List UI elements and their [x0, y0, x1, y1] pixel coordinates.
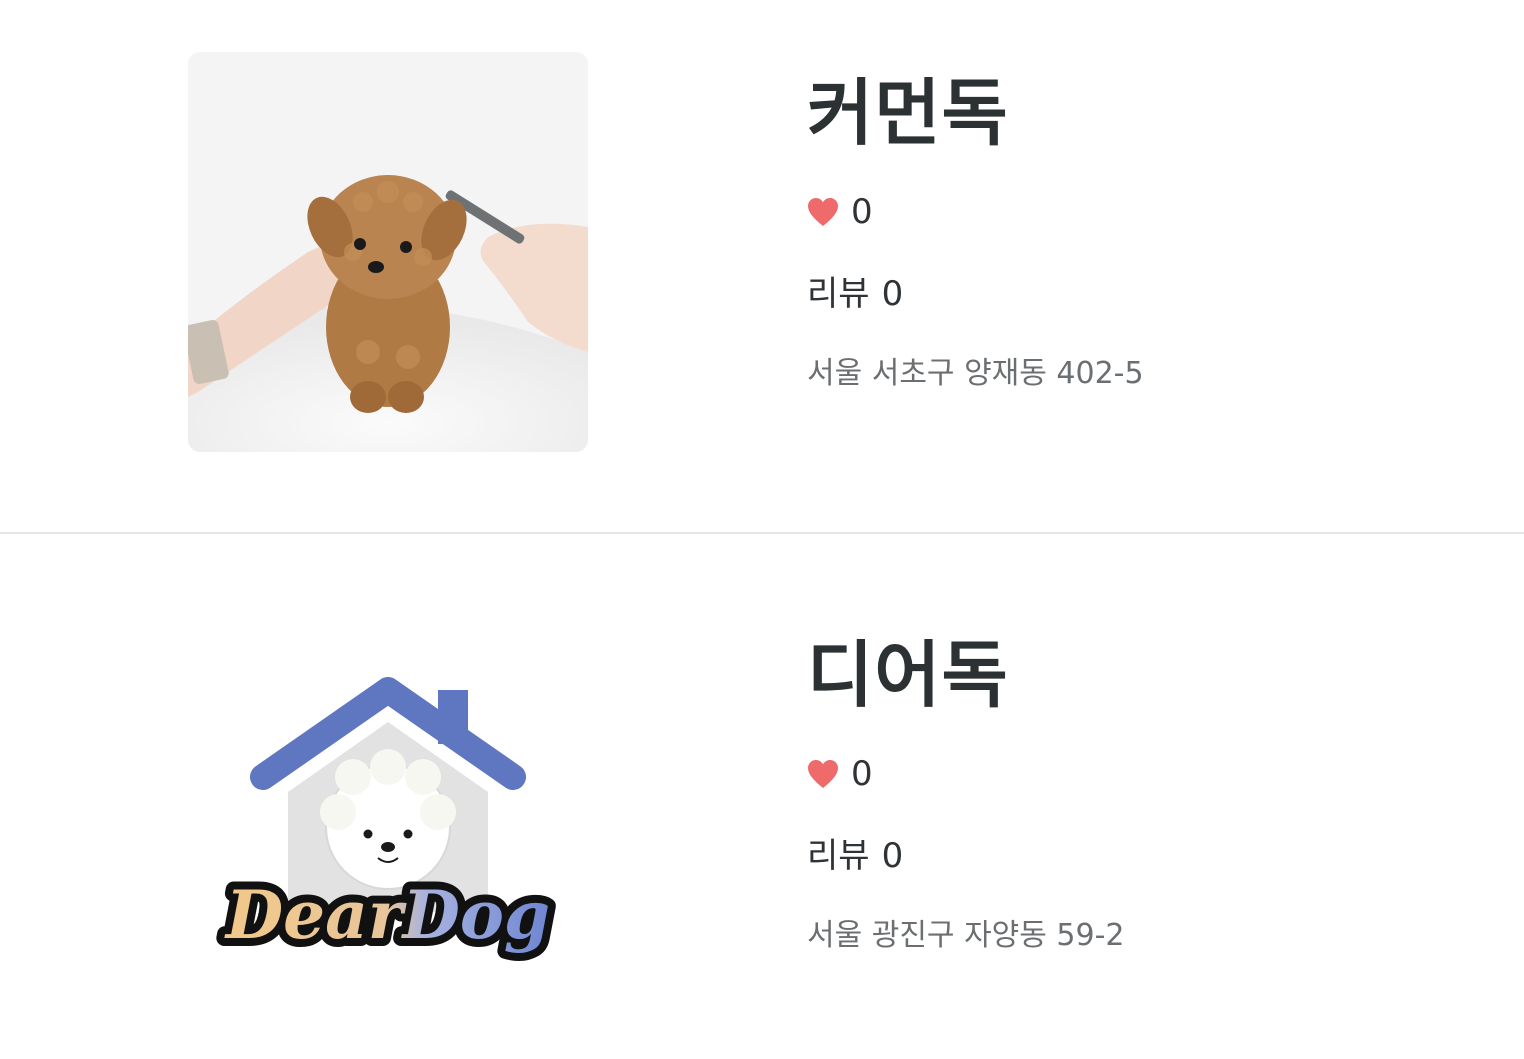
review-label: 리뷰 [807, 836, 870, 876]
like-count: 0 [851, 192, 873, 232]
puppy-photo [188, 52, 588, 452]
likes-row: 0 [807, 754, 1125, 794]
shop-name[interactable]: 커먼독 [807, 70, 1144, 156]
review-label: 리뷰 [807, 274, 870, 314]
heart-icon[interactable] [807, 759, 839, 789]
shop-info: 커먼독 0 리뷰 0 서울 서초구 양재동 402-5 [807, 70, 1144, 392]
shop-info: 디어독 0 리뷰 0 서울 광진구 자양동 59-2 [807, 632, 1125, 954]
shop-name[interactable]: 디어독 [807, 632, 1125, 718]
shop-card[interactable]: 커먼독 0 리뷰 0 서울 서초구 양재동 402-5 [0, 0, 1524, 534]
shop-address: 서울 서초구 양재동 402-5 [807, 356, 1144, 391]
shop-card[interactable]: DearDog DearDog 디어독 0 리뷰 0 서울 광진구 자양동 59… [0, 534, 1524, 1059]
review-count: 0 [881, 836, 904, 876]
review-row: 리뷰 0 [807, 836, 1125, 876]
shop-thumbnail[interactable]: DearDog DearDog [188, 562, 588, 962]
shop-list: 커먼독 0 리뷰 0 서울 서초구 양재동 402-5 DearDog Dear… [0, 0, 1524, 1059]
likes-row: 0 [807, 192, 1144, 232]
deardog-logo: DearDog DearDog [216, 677, 558, 962]
review-count: 0 [881, 274, 904, 314]
shop-thumbnail[interactable] [188, 52, 588, 452]
logo-text: DearDog [224, 876, 550, 954]
review-row: 리뷰 0 [807, 274, 1144, 314]
heart-icon[interactable] [807, 197, 839, 227]
shop-address: 서울 광진구 자양동 59-2 [807, 918, 1125, 953]
like-count: 0 [851, 754, 873, 794]
